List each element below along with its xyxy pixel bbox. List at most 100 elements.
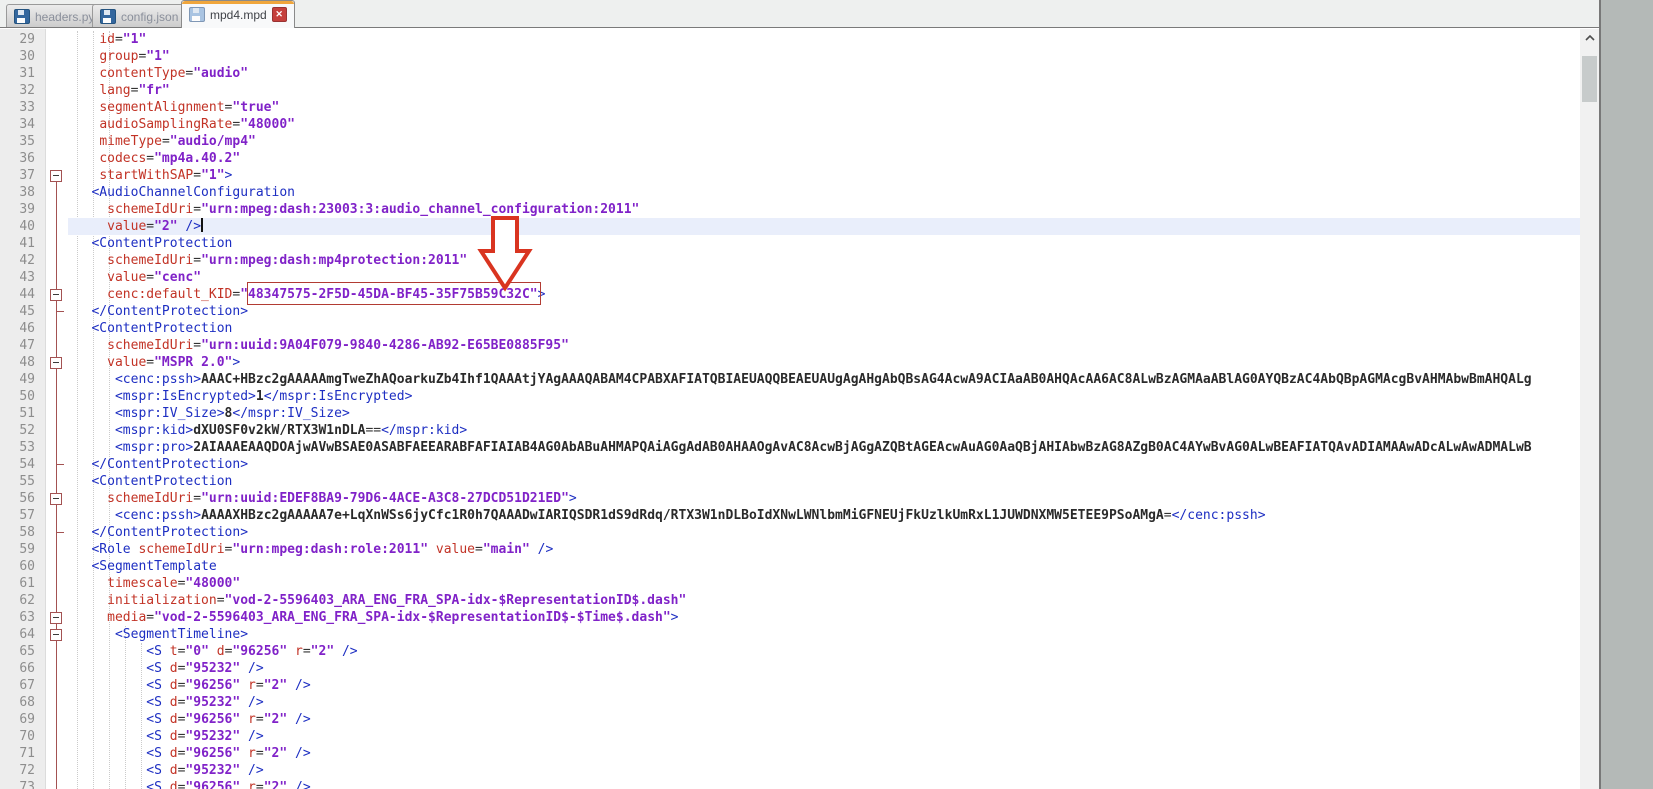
fold-margin (45, 541, 68, 558)
line-number: 71 (19, 746, 35, 761)
fold-margin (45, 507, 68, 524)
code-text: <S d="96256" r="2" /> (146, 712, 311, 727)
code-line: 63 media="vod-2-5596403_ARA_ENG_FRA_SPA-… (0, 609, 1580, 626)
code-text: </ContentProtection> (91, 457, 249, 472)
save-icon (100, 9, 116, 24)
desktop-background (1601, 0, 1653, 789)
fold-margin (45, 371, 68, 388)
fold-margin (45, 626, 68, 643)
fold-margin (45, 184, 68, 201)
close-icon[interactable]: ✕ (271, 7, 287, 22)
fold-margin (45, 490, 68, 507)
code-line: 30 group="1" (0, 48, 1580, 65)
code-line: 66 <S d="95232" /> (0, 660, 1580, 677)
fold-margin (45, 286, 68, 303)
fold-margin (45, 116, 68, 133)
code-text: initialization="vod-2-5596403_ARA_ENG_FR… (107, 593, 687, 608)
line-number: 31 (19, 66, 35, 81)
code-text: <mspr:IsEncrypted>1</mspr:IsEncrypted> (114, 389, 413, 404)
scroll-up-icon[interactable] (1580, 29, 1599, 46)
code-line: 43 value="cenc" (0, 269, 1580, 286)
fold-margin (45, 762, 68, 779)
tab-mpd4-mpd[interactable]: mpd4.mpd ✕ (181, 0, 295, 28)
tab-label: mpd4.mpd (210, 7, 267, 22)
fold-margin (45, 303, 68, 320)
code-line: 45 </ContentProtection> (0, 303, 1580, 320)
fold-margin (45, 422, 68, 439)
fold-margin (45, 456, 68, 473)
code-text: codecs="mp4a.40.2" (99, 151, 241, 166)
code-text: <ContentProtection (91, 474, 233, 489)
code-line: 46 <ContentProtection (0, 320, 1580, 337)
line-number: 32 (19, 83, 35, 98)
code-line: 57 <cenc:pssh>AAAAXHBzc2gAAAAA7e+LqXnWSs… (0, 507, 1580, 524)
code-line: 56 schemeIdUri="urn:uuid:EDEF8BA9-79D6-4… (0, 490, 1580, 507)
line-number: 55 (19, 474, 35, 489)
code-line: 36 codecs="mp4a.40.2" (0, 150, 1580, 167)
line-number: 50 (19, 389, 35, 404)
code-text: <SegmentTemplate (91, 559, 217, 574)
line-number: 63 (19, 610, 35, 625)
code-line: 65 <S t="0" d="96256" r="2" /> (0, 643, 1580, 660)
code-editor: 29 id="1" 30 group="1" 31 contentType="aud… (0, 29, 1599, 789)
line-number: 66 (19, 661, 35, 676)
fold-margin (45, 592, 68, 609)
code-line: 49 <cenc:pssh>AAAC+HBzc2gAAAAAmgTweZhAQo… (0, 371, 1580, 388)
fold-margin (45, 643, 68, 660)
line-number: 57 (19, 508, 35, 523)
fold-margin (45, 82, 68, 99)
fold-collapse-icon[interactable] (50, 629, 62, 641)
fold-margin (45, 524, 68, 541)
code-text: contentType="audio" (99, 66, 249, 81)
code-text: <S d="95232" /> (146, 661, 264, 676)
fold-collapse-icon[interactable] (50, 357, 62, 369)
code-line: 52 <mspr:kid>dXU0SF0v2kW/RTX3W1nDLA==</m… (0, 422, 1580, 439)
save-icon (14, 9, 30, 24)
code-text: media="vod-2-5596403_ARA_ENG_FRA_SPA-idx… (107, 610, 679, 625)
line-number: 49 (19, 372, 35, 387)
code-text: <cenc:pssh>AAAAXHBzc2gAAAAA7e+LqXnWSs6jy… (114, 508, 1266, 523)
fold-collapse-icon[interactable] (50, 289, 62, 301)
fold-collapse-icon[interactable] (50, 170, 62, 182)
code-text: <ContentProtection (91, 236, 233, 251)
line-number: 36 (19, 151, 35, 166)
line-number: 52 (19, 423, 35, 438)
fold-margin (45, 65, 68, 82)
code-line: 44 cenc:default_KID="48347575-2F5D-45DA-… (0, 286, 1580, 303)
line-number: 47 (19, 338, 35, 353)
code-line: 54 </ContentProtection> (0, 456, 1580, 473)
code-text: <S t="0" d="96256" r="2" /> (146, 644, 358, 659)
code-text: schemeIdUri="urn:uuid:9A04F079-9840-4286… (107, 338, 569, 353)
fold-margin (45, 405, 68, 422)
fold-margin (45, 609, 68, 626)
code-line: 32 lang="fr" (0, 82, 1580, 99)
vertical-scrollbar[interactable] (1580, 29, 1599, 789)
code-line: 67 <S d="96256" r="2" /> (0, 677, 1580, 694)
line-number: 53 (19, 440, 35, 455)
code-text: </ContentProtection> (91, 304, 249, 319)
fold-collapse-icon[interactable] (50, 493, 62, 505)
line-number: 72 (19, 763, 35, 778)
code-text: <Role schemeIdUri="urn:mpeg:dash:role:20… (91, 542, 554, 557)
fold-margin (45, 558, 68, 575)
line-number: 51 (19, 406, 35, 421)
code-line: 50 <mspr:IsEncrypted>1</mspr:IsEncrypted… (0, 388, 1580, 405)
line-number: 44 (19, 287, 35, 302)
fold-end-marker (56, 532, 64, 533)
code-line: 55 <ContentProtection (0, 473, 1580, 490)
line-number: 60 (19, 559, 35, 574)
code-text: <ContentProtection (91, 321, 233, 336)
code-line: 39 schemeIdUri="urn:mpeg:dash:23003:3:au… (0, 201, 1580, 218)
line-number: 64 (19, 627, 35, 642)
fold-margin (45, 218, 68, 235)
code-line: 31 contentType="audio" (0, 65, 1580, 82)
code-line: 72 <S d="95232" /> (0, 762, 1580, 779)
code-line: 37 startWithSAP="1"> (0, 167, 1580, 184)
scrollbar-thumb[interactable] (1582, 56, 1597, 102)
fold-margin (45, 388, 68, 405)
code-line: 48 value="MSPR 2.0"> (0, 354, 1580, 371)
fold-collapse-icon[interactable] (50, 612, 62, 624)
fold-margin (45, 439, 68, 456)
code-text: <S d="95232" /> (146, 695, 264, 710)
line-number: 54 (19, 457, 35, 472)
